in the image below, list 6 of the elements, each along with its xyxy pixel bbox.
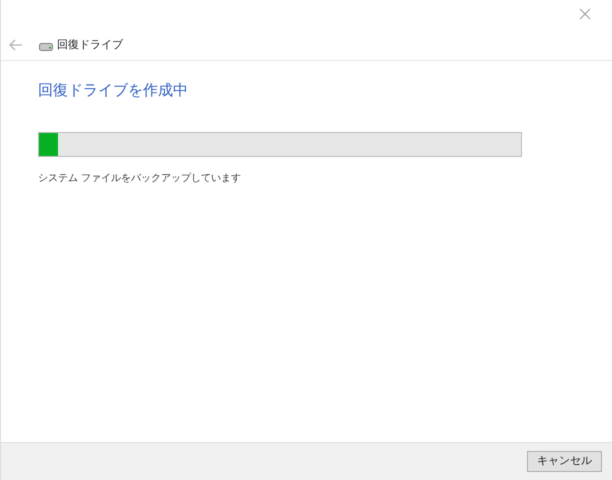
page-heading: 回復ドライブを作成中 (38, 80, 189, 101)
window-title: 回復ドライブ (57, 36, 123, 53)
close-icon[interactable] (578, 7, 592, 21)
cancel-button[interactable]: キャンセル (527, 451, 602, 472)
drive-icon (39, 42, 53, 50)
status-text: システム ファイルをバックアップしています (38, 172, 242, 186)
